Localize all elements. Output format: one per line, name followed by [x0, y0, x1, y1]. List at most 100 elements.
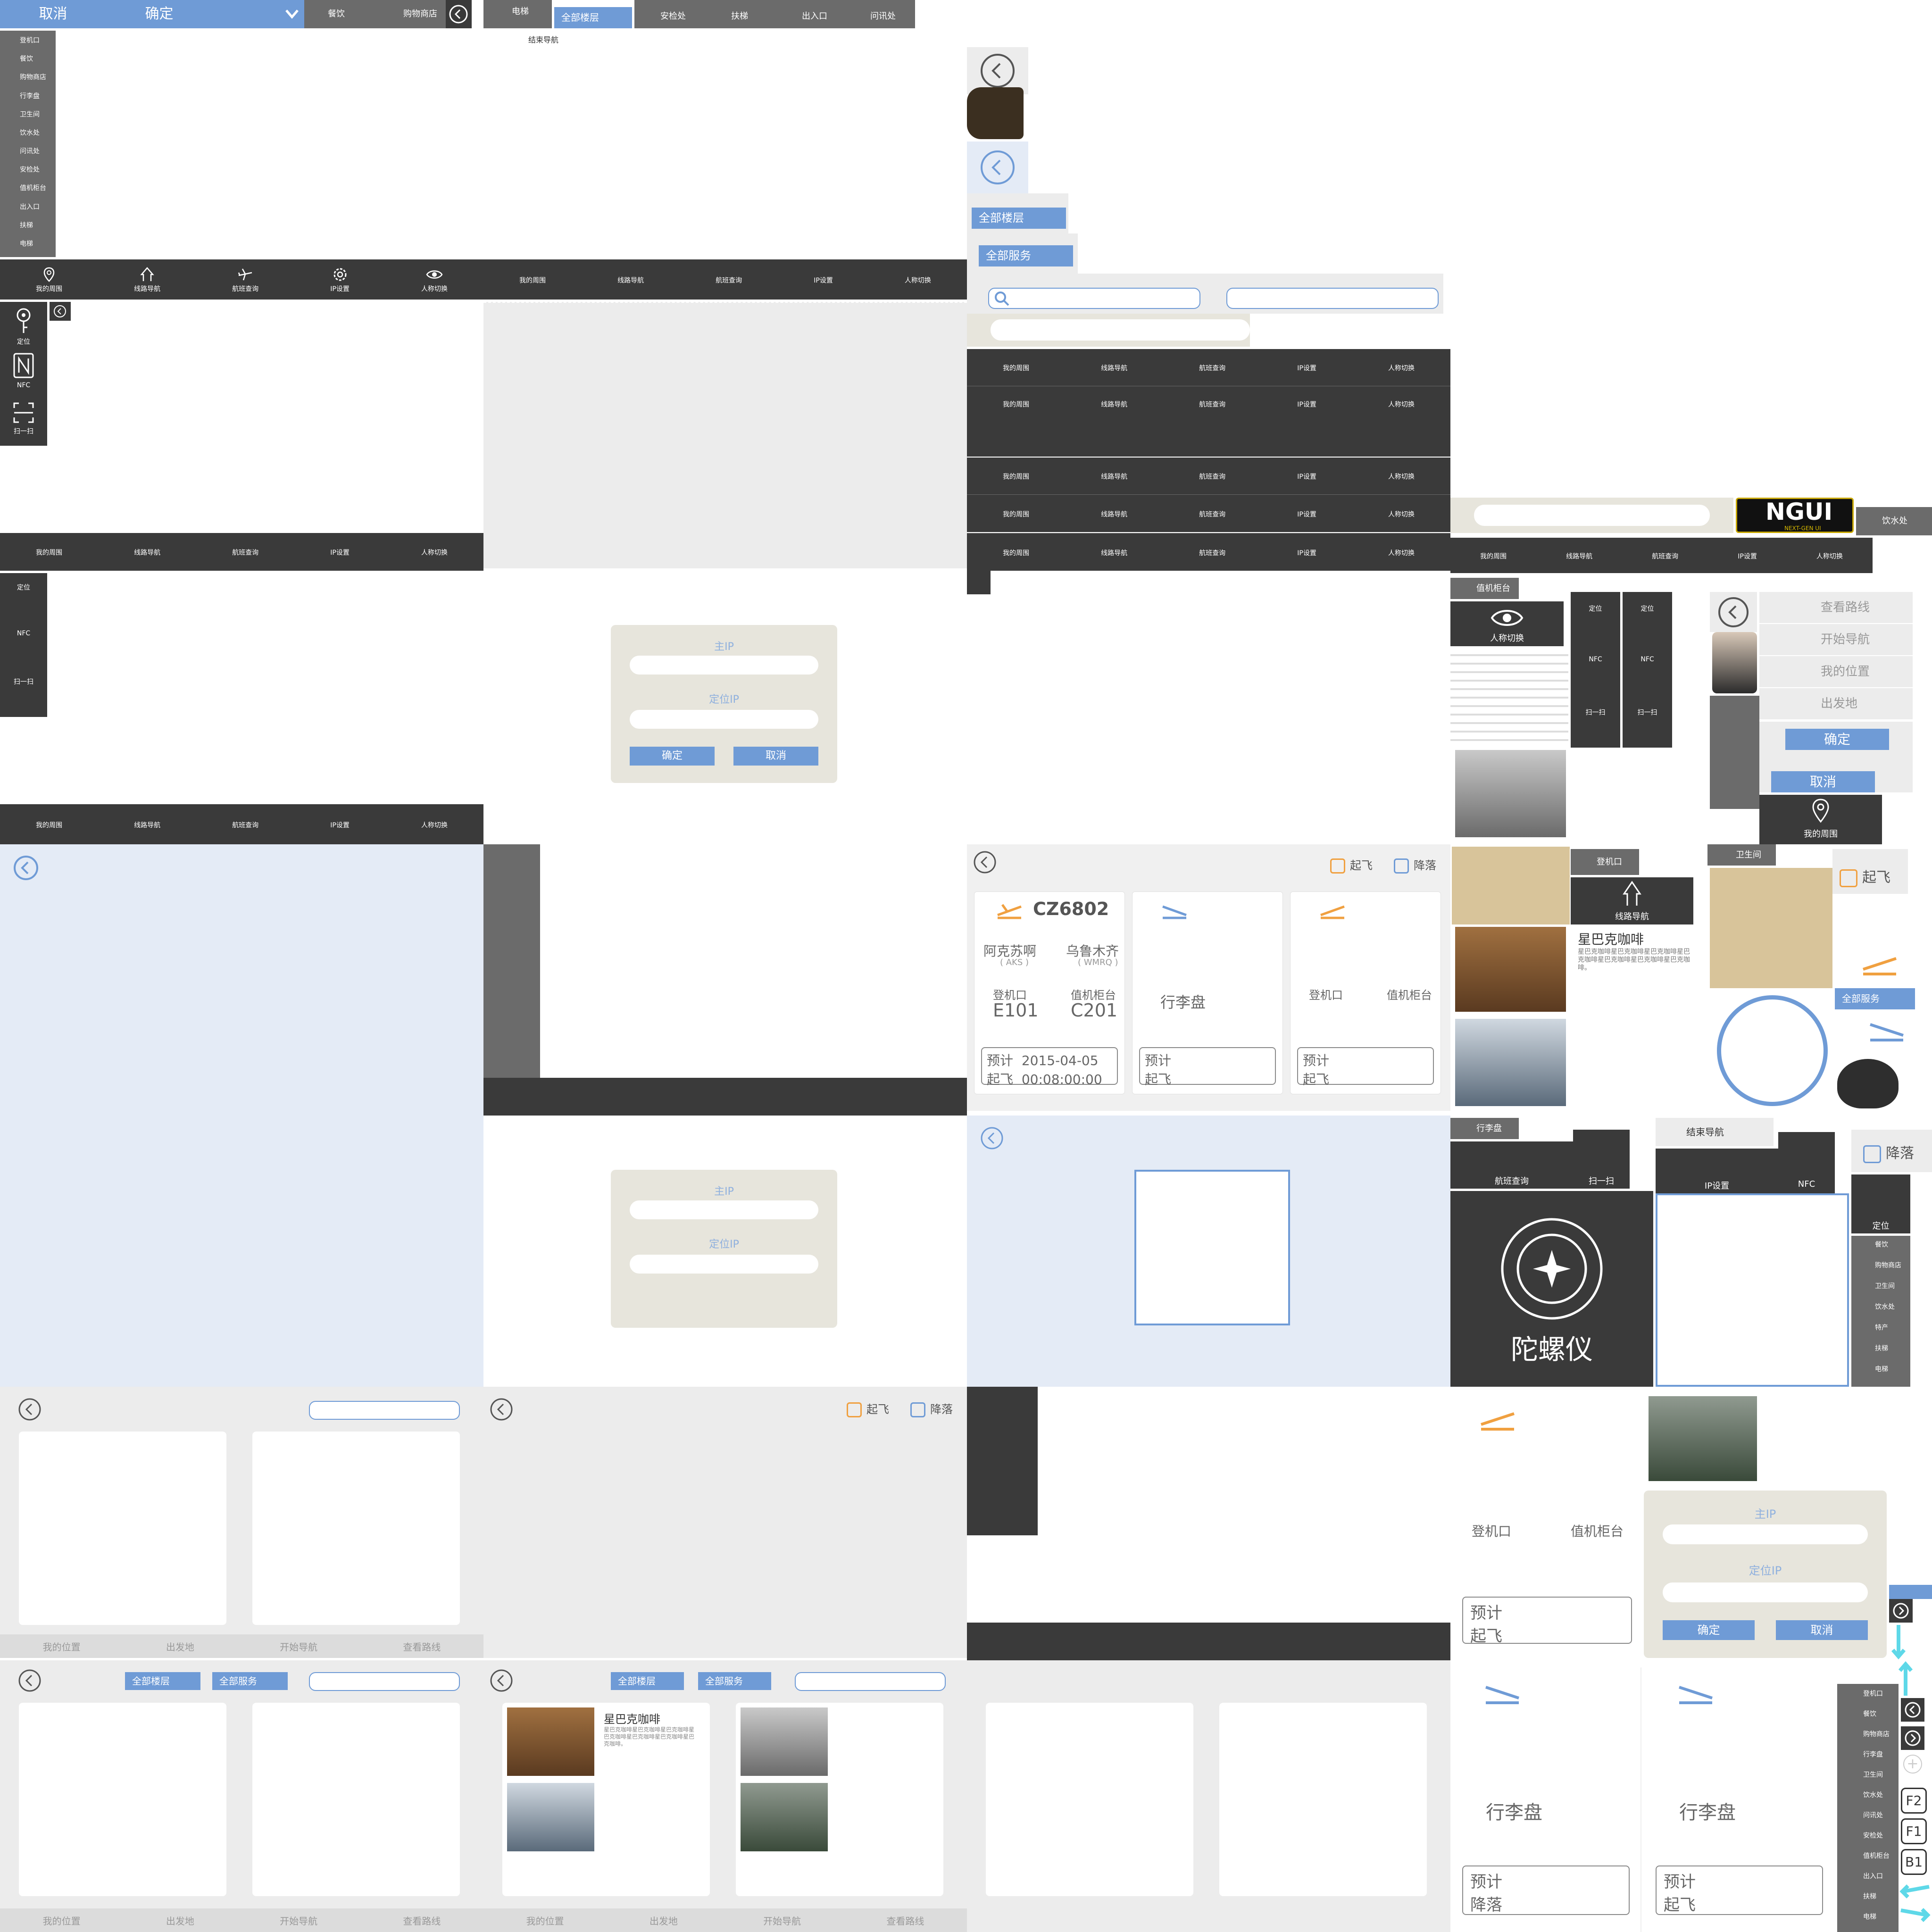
scan-tool[interactable]: 扫一扫 — [1638, 708, 1657, 717]
nav-around[interactable]: 我的周围 — [36, 547, 62, 557]
view-route-item[interactable]: 查看路线 — [1759, 592, 1913, 624]
nav-view[interactable]: 人称切换 — [905, 275, 931, 285]
nav-flight[interactable]: 航班查询 — [1199, 471, 1225, 481]
collapse-button[interactable] — [50, 302, 71, 321]
next-button[interactable] — [1901, 1726, 1924, 1750]
sidebar-item-shop[interactable]: 购物商店 — [1851, 1260, 1910, 1281]
nav-ip[interactable]: IP设置 — [1297, 547, 1316, 558]
flight-card[interactable]: 行李盘 预计 起飞 — [1132, 891, 1283, 1094]
search-input[interactable] — [309, 1672, 460, 1691]
toilet-tab[interactable]: 卫生间 — [1707, 844, 1776, 866]
nav-flight[interactable]: 航班查询 — [1199, 547, 1225, 558]
view-route-action[interactable]: 查看路线 — [886, 1914, 924, 1927]
back-button[interactable] — [1710, 592, 1757, 632]
view-route-action[interactable]: 查看路线 — [403, 1640, 441, 1653]
service-dropdown[interactable]: 全部服务 — [1835, 988, 1915, 1009]
sidebar-item[interactable]: 出入口 — [1837, 1871, 1899, 1891]
locate-tool[interactable]: 定位 — [1641, 604, 1654, 656]
store-card[interactable] — [252, 1703, 460, 1896]
exit-button[interactable]: 出入口 — [776, 0, 847, 28]
nav-route[interactable]: 线路导航 — [1101, 471, 1127, 481]
nav-ip[interactable]: IP设置 — [330, 266, 350, 293]
cancel-button[interactable]: 取消 — [1776, 1620, 1868, 1640]
search-pill[interactable] — [991, 319, 1250, 341]
nfc-tool[interactable]: NFC — [12, 351, 35, 401]
view-switch-button[interactable]: 人称切换 — [1450, 601, 1564, 646]
next-button[interactable] — [1889, 1599, 1913, 1623]
nav-flight[interactable]: 航班查询 — [232, 547, 258, 557]
nav-route[interactable]: 线路导航 — [1101, 399, 1127, 409]
nav-flight[interactable]: 航班查询 — [232, 266, 258, 293]
locate-tool[interactable]: 定位 — [1589, 604, 1602, 656]
store-card[interactable]: 星巴克咖啡 星巴克咖啡星巴克咖啡星巴克咖啡星巴克咖啡星巴克咖啡星巴克咖啡星巴克咖… — [502, 1703, 710, 1896]
sidebar-item-gate[interactable]: 登机口 — [0, 35, 56, 54]
sidebar-item-shop[interactable]: 购物商店 — [0, 72, 56, 91]
ok-button[interactable]: 确定 — [630, 747, 715, 766]
sidebar-item[interactable]: 问讯处 — [1837, 1810, 1899, 1831]
nav-route[interactable]: 线路导航 — [1101, 547, 1127, 558]
ok-button[interactable]: 确定 — [1785, 729, 1889, 750]
chevron-left-icon[interactable] — [488, 1396, 515, 1423]
sidebar-item[interactable]: 登机口 — [1837, 1689, 1899, 1709]
escalator-button[interactable]: 扶梯 — [705, 0, 776, 28]
locate-button[interactable]: 定位 — [1851, 1174, 1910, 1233]
nav-ip[interactable]: IP设置 — [1738, 550, 1757, 561]
floor-dropdown[interactable]: 全部楼层 — [972, 208, 1066, 229]
nav-view[interactable]: 人称切换 — [421, 266, 448, 293]
floor-dropdown[interactable]: 全部楼层 — [611, 1672, 684, 1690]
chevron-left-icon[interactable] — [488, 1667, 515, 1694]
start-nav-action[interactable]: 开始导航 — [280, 1914, 317, 1927]
flight-card[interactable]: 登机口 值机柜台 预计 起飞 — [1450, 1389, 1644, 1646]
cancel-button[interactable]: 取消 — [1771, 771, 1875, 792]
sidebar-item-info[interactable]: 问讯处 — [0, 146, 56, 165]
nav-ip[interactable]: IP设置 — [1297, 362, 1316, 373]
ip-settings-button[interactable]: IP设置 — [1656, 1149, 1778, 1193]
nav-around[interactable]: 我的周围 — [36, 266, 62, 293]
floor-button-f1[interactable]: F1 — [1901, 1818, 1927, 1844]
nav-ip[interactable]: IP设置 — [814, 275, 833, 285]
landing-filter[interactable]: 降落 — [1394, 856, 1436, 874]
confirm-button[interactable]: 确定 — [106, 0, 212, 28]
my-location-action[interactable]: 我的位置 — [43, 1914, 81, 1927]
view-route-action[interactable]: 查看路线 — [403, 1914, 441, 1927]
locate-tool[interactable]: 定位 — [12, 307, 35, 351]
takeoff-filter[interactable]: 起飞 — [847, 1400, 889, 1417]
nfc-tool[interactable]: NFC — [17, 630, 30, 677]
main-ip-input[interactable] — [630, 656, 818, 675]
nav-around[interactable]: 我的周围 — [1480, 550, 1507, 561]
sidebar-item-water[interactable]: 饮水处 — [1851, 1302, 1910, 1323]
service-dropdown[interactable]: 全部服务 — [979, 245, 1073, 266]
sidebar-item-food[interactable]: 餐饮 — [0, 54, 56, 72]
floor-dropdown[interactable]: 全部楼层 — [125, 1672, 200, 1690]
nav-route[interactable]: 线路导航 — [1101, 508, 1127, 519]
nav-view[interactable]: 人称切换 — [1388, 471, 1415, 481]
service-dropdown[interactable]: 全部服务 — [698, 1672, 771, 1690]
start-nav-item[interactable]: 开始导航 — [1759, 624, 1913, 656]
water-button[interactable]: 饮水处 — [1856, 507, 1932, 535]
sidebar-item[interactable]: 饮水处 — [1837, 1790, 1899, 1810]
origin-item[interactable]: 出发地 — [1759, 688, 1913, 719]
nav-around[interactable]: 我的周围 — [1003, 362, 1029, 373]
nav-view[interactable]: 人称切换 — [421, 819, 448, 830]
sidebar-item[interactable]: 行李盘 — [1837, 1749, 1899, 1770]
flight-card[interactable]: 行李盘 预计 降落 — [1450, 1667, 1641, 1932]
origin-action[interactable]: 出发地 — [166, 1640, 194, 1653]
floor-button-b1[interactable]: B1 — [1901, 1849, 1927, 1875]
store-card[interactable] — [986, 1703, 1193, 1896]
locate-tool[interactable]: 定位 — [17, 583, 30, 630]
main-ip-input[interactable] — [1663, 1524, 1868, 1544]
sidebar-item-escalator[interactable]: 扶梯 — [1851, 1343, 1910, 1364]
chevron-left-icon[interactable] — [17, 1396, 43, 1423]
text-input[interactable] — [1226, 288, 1439, 309]
landing-filter[interactable]: 降落 — [910, 1400, 953, 1417]
back-button[interactable] — [967, 142, 1028, 193]
locate-ip-input[interactable] — [1663, 1582, 1868, 1602]
security-button[interactable]: 安检处 — [634, 0, 705, 28]
locate-ip-input[interactable] — [630, 710, 818, 729]
my-location-action[interactable]: 我的位置 — [526, 1914, 564, 1927]
sidebar-item-baggage[interactable]: 行李盘 — [0, 91, 56, 109]
sidebar-item[interactable]: 值机柜台 — [1837, 1851, 1899, 1871]
nav-flight[interactable]: 航班查询 — [1199, 399, 1225, 409]
sidebar-item-food[interactable]: 餐饮 — [1851, 1240, 1910, 1260]
sidebar-item[interactable]: 安检处 — [1837, 1831, 1899, 1851]
